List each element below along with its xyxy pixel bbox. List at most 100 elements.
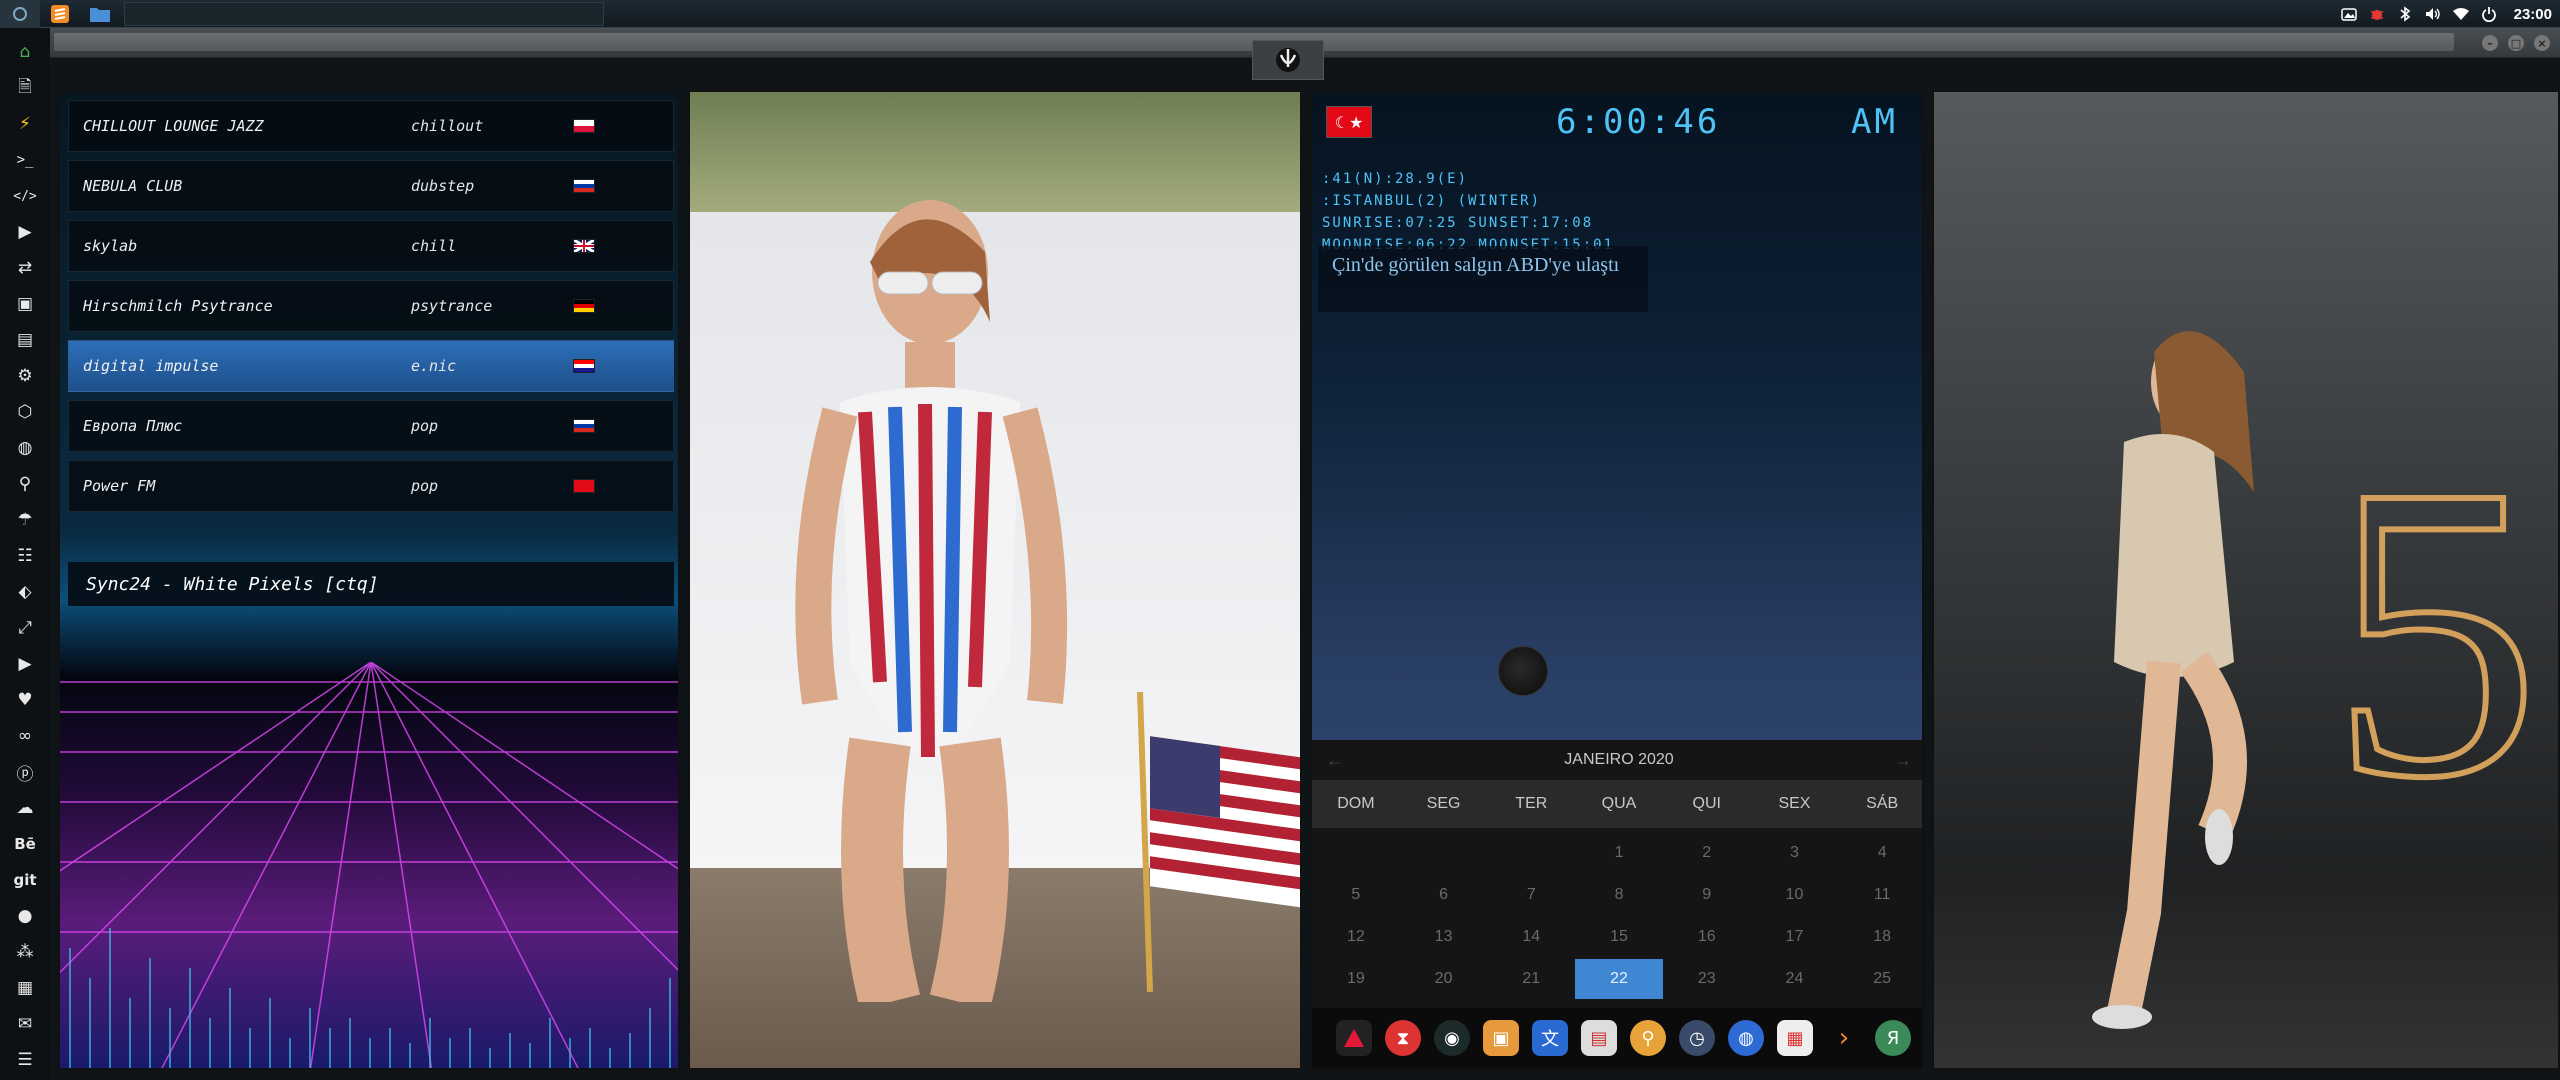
heart-icon[interactable]: ♥ [0, 682, 50, 718]
youtube-icon[interactable]: ▶ [0, 646, 50, 682]
calendar-day-today[interactable]: 22 [1575, 959, 1663, 999]
cluster-icon[interactable]: ⁂ [0, 934, 50, 970]
cloud-icon[interactable]: ☁ [0, 790, 50, 826]
mail-icon[interactable]: ✉ [0, 1006, 50, 1042]
contact-icon[interactable]: ☷ [0, 538, 50, 574]
calendar-day[interactable]: 1 [1575, 832, 1663, 874]
prev-month-button[interactable]: ← [1326, 750, 1344, 771]
calendar-day[interactable]: 13 [1400, 916, 1488, 958]
calendar-day[interactable]: 7 [1487, 874, 1575, 916]
weekday-label: QUA [1601, 795, 1637, 812]
calendar-day[interactable]: 2 [1663, 832, 1751, 874]
calendar-day[interactable]: 11 [1838, 874, 1922, 916]
news-headline[interactable]: Çin'de görülen salgın ABD'ye ulaştı [1318, 246, 1648, 312]
umbrella-icon[interactable]: ☂ [0, 502, 50, 538]
weekday-label: QUI [1692, 795, 1721, 812]
newspaper-icon[interactable]: ▤ [0, 322, 50, 358]
screenshot-icon[interactable] [2340, 5, 2358, 23]
tag-icon[interactable]: ⬖ [0, 574, 50, 610]
home-icon[interactable]: ⌂ [0, 34, 50, 70]
sun-times: SUNRISE:07:25 SUNSET:17:08 [1322, 215, 1594, 231]
document-icon[interactable]: 🗎 [0, 70, 50, 106]
infinity-icon[interactable]: ∞ [0, 718, 50, 754]
calendar-day[interactable]: 24 [1751, 958, 1839, 1000]
rebel-alliance-icon[interactable] [1252, 40, 1324, 80]
translate-icon[interactable]: 文 [1532, 1020, 1568, 1056]
reader-icon[interactable]: ▤ [1581, 1020, 1617, 1056]
radio-station-row-selected[interactable]: digital impulse e.nic [68, 340, 674, 392]
calendar-day[interactable]: 12 [1312, 916, 1400, 958]
close-button[interactable]: × [2534, 35, 2550, 51]
git-icon[interactable]: git [0, 862, 50, 898]
github-icon[interactable]: ● [0, 898, 50, 934]
calendar: ← JANEIRO 2020 → DOM SEG TER QUA QUI SEX… [1312, 740, 1922, 1029]
volume-icon[interactable] [2424, 5, 2442, 23]
calendar-icon[interactable]: ▦ [1777, 1020, 1813, 1056]
calendar-day[interactable]: 10 [1751, 874, 1839, 916]
power-icon[interactable] [2480, 5, 2498, 23]
turkey-flag-icon: ☾★ [1326, 106, 1372, 138]
globe-icon[interactable]: ◍ [1728, 1020, 1764, 1056]
wifi-icon[interactable] [2452, 5, 2470, 23]
calendar-day[interactable]: 20 [1400, 958, 1488, 1000]
calendar-header: ← JANEIRO 2020 → [1312, 740, 1922, 780]
drawer-icon[interactable]: ☰ [0, 1042, 50, 1078]
calendar-day[interactable]: 16 [1663, 916, 1751, 958]
planet-icon[interactable]: ◉ [1434, 1020, 1470, 1056]
taskbar[interactable] [124, 1, 604, 26]
finder-icon[interactable]: ⚲ [1630, 1020, 1666, 1056]
pinterest-icon[interactable]: ⓟ [0, 754, 50, 790]
calendar-day[interactable]: 6 [1400, 874, 1488, 916]
folder-icon[interactable] [80, 0, 120, 28]
autodesk-icon[interactable] [1336, 1020, 1372, 1056]
poland-flag-icon [573, 119, 595, 133]
calendar-day[interactable]: 14 [1487, 916, 1575, 958]
arrow-icon[interactable]: › [1826, 1020, 1862, 1056]
map-icon[interactable]: ▦ [0, 970, 50, 1006]
expand-icon[interactable]: ⤢ [0, 610, 50, 646]
image-icon[interactable]: ▣ [0, 286, 50, 322]
minimize-button[interactable]: – [2482, 35, 2498, 51]
play-icon[interactable]: ▶ [0, 214, 50, 250]
hexagon-icon[interactable]: ⬡ [0, 394, 50, 430]
calendar-day[interactable]: 21 [1487, 958, 1575, 1000]
calendar-day[interactable]: 25 [1838, 958, 1922, 1000]
globe-icon[interactable]: ◍ [0, 430, 50, 466]
maximize-button[interactable]: □ [2508, 35, 2524, 51]
clock-icon[interactable]: ◷ [1679, 1020, 1715, 1056]
calendar-day[interactable]: 18 [1838, 916, 1922, 958]
next-month-button[interactable]: → [1894, 750, 1912, 771]
settings-icon[interactable]: ⚙ [0, 358, 50, 394]
radio-station-row[interactable]: skylab chill [68, 220, 674, 272]
search-icon[interactable]: ⚲ [0, 466, 50, 502]
bolt-icon[interactable]: ⚡ [0, 106, 50, 142]
hourglass-icon[interactable]: ⧗ [1385, 1020, 1421, 1056]
yandex-icon[interactable]: Я [1875, 1020, 1911, 1056]
radio-station-row[interactable]: Power FM pop [68, 460, 674, 512]
calendar-day[interactable]: 17 [1751, 916, 1839, 958]
code-icon[interactable]: </> [0, 178, 50, 214]
calendar-day[interactable]: 3 [1751, 832, 1839, 874]
radio-station-row[interactable]: Hirschmilch Psytrance psytrance [68, 280, 674, 332]
behance-icon[interactable]: Bē [0, 826, 50, 862]
radio-station-row[interactable]: Европа Плюс pop [68, 400, 674, 452]
transfer-icon[interactable]: ⇄ [0, 250, 50, 286]
calendar-day[interactable]: 8 [1575, 874, 1663, 916]
calendar-day[interactable]: 19 [1312, 958, 1400, 1000]
station-name: Hirschmilch Psytrance [83, 297, 273, 315]
calendar-day[interactable]: 5 [1312, 874, 1400, 916]
app-launcher-icon[interactable] [0, 0, 40, 28]
calendar-day[interactable]: 15 [1575, 916, 1663, 958]
photos-icon[interactable]: ▣ [1483, 1020, 1519, 1056]
bluetooth-icon[interactable] [2396, 5, 2414, 23]
calendar-day[interactable]: 4 [1838, 832, 1922, 874]
digital-clock: 6:00:46 [1556, 102, 1721, 142]
terminal-icon[interactable]: >_ [0, 142, 50, 178]
bug-icon[interactable] [2368, 5, 2386, 23]
calendar-day[interactable]: 9 [1663, 874, 1751, 916]
sublime-text-icon[interactable] [40, 0, 80, 28]
clock[interactable]: 23:00 [2514, 6, 2552, 23]
radio-station-row[interactable]: NEBULA CLUB dubstep [68, 160, 674, 212]
calendar-day[interactable]: 23 [1663, 958, 1751, 1000]
radio-station-row[interactable]: CHILLOUT LOUNGE JAZZ chillout [68, 100, 674, 152]
